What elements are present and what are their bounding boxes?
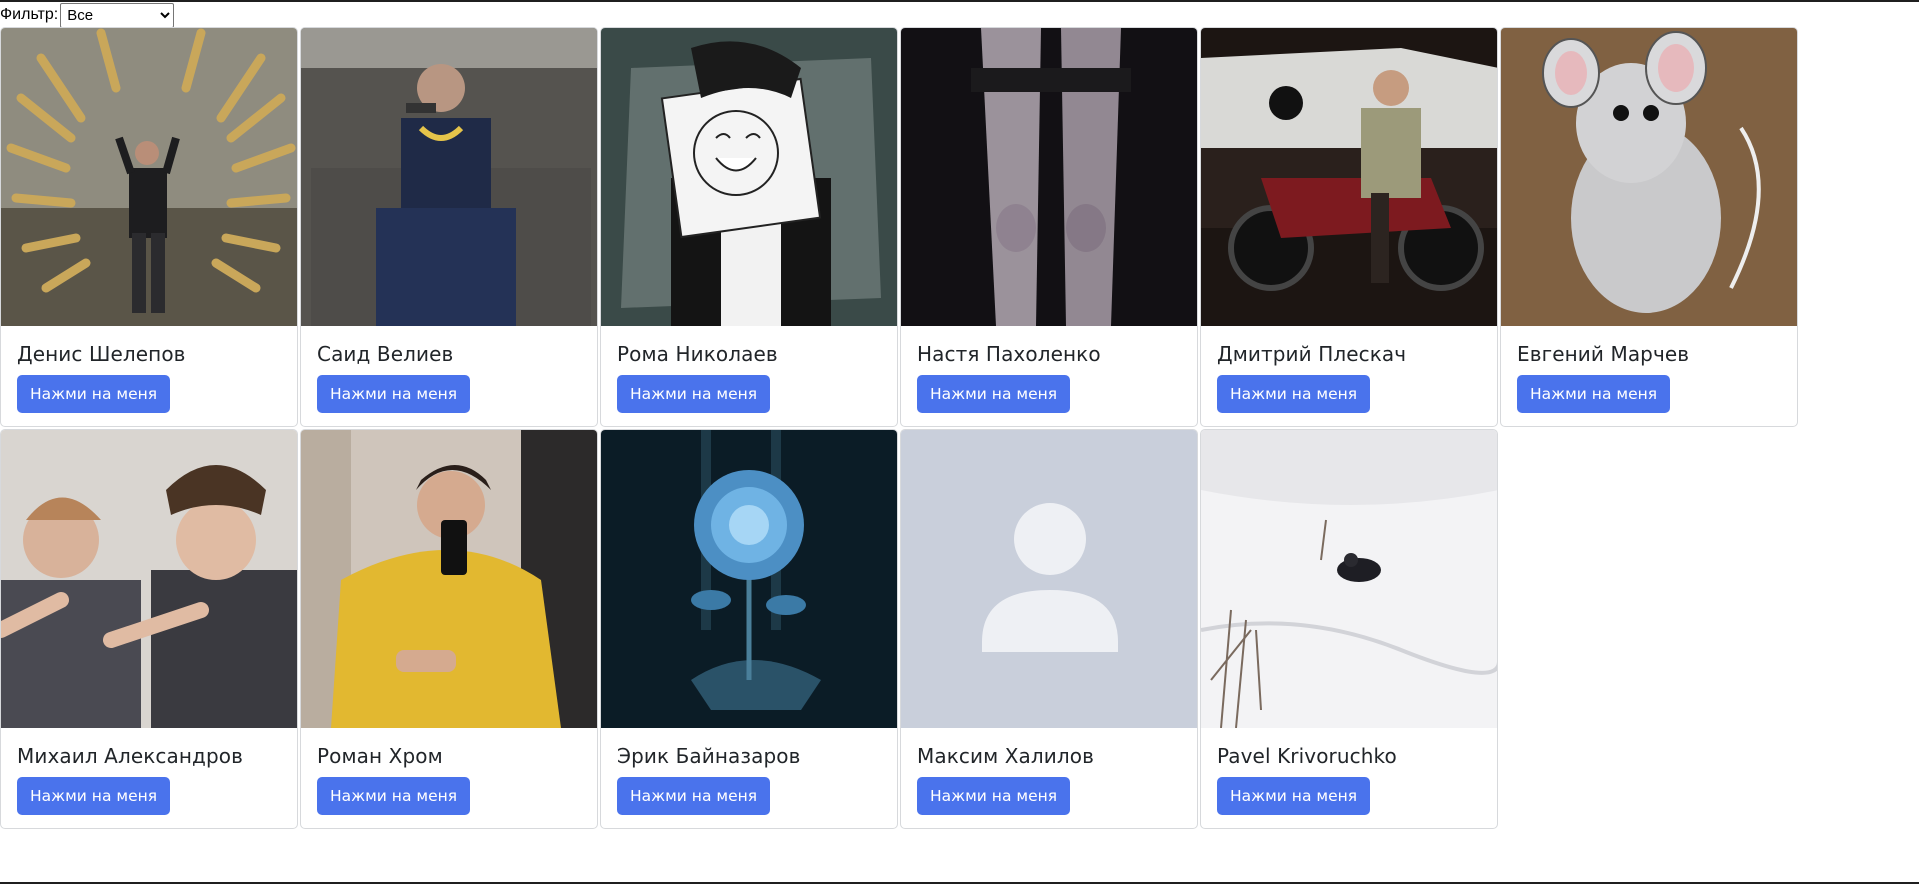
user-name: Настя Пахоленко (917, 342, 1101, 366)
user-photo (901, 28, 1197, 326)
click-me-button[interactable]: Нажми на меня (917, 777, 1071, 815)
click-me-button[interactable]: Нажми на меня (917, 375, 1071, 413)
user-card: Евгений Марчев Нажми на меня (1500, 27, 1798, 427)
user-name: Рома Николаев (617, 342, 778, 366)
user-card: Роман Хром Нажми на меня (300, 429, 598, 829)
user-photo (601, 28, 897, 326)
click-me-button[interactable]: Нажми на меня (17, 375, 171, 413)
user-card: Рома Николаев Нажми на меня (600, 27, 898, 427)
user-name: Pavel Krivoruchko (1217, 744, 1397, 768)
user-name: Денис Шелепов (17, 342, 186, 366)
user-name: Саид Велиев (317, 342, 454, 366)
user-photo (601, 430, 897, 728)
user-card: Дмитрий Плескач Нажми на меня (1200, 27, 1498, 427)
user-photo (1201, 430, 1497, 728)
filter-select[interactable]: Все (60, 2, 175, 28)
click-me-button[interactable]: Нажми на меня (1217, 375, 1371, 413)
user-card: Максим Халилов Нажми на меня (900, 429, 1198, 829)
user-photo (1201, 28, 1497, 326)
user-photo (1501, 28, 1797, 326)
click-me-button[interactable]: Нажми на меня (317, 777, 471, 815)
user-card: Настя Пахоленко Нажми на меня (900, 27, 1198, 427)
user-card: Михаил Александров Нажми на меня (0, 429, 298, 829)
user-name: Максим Халилов (917, 744, 1094, 768)
filter-label: Фильтр: (0, 6, 59, 23)
user-card: Pavel Krivoruchko Нажми на меня (1200, 429, 1498, 829)
user-photo (1, 28, 297, 326)
user-photo (301, 430, 597, 728)
user-card: Саид Велиев Нажми на меня (300, 27, 598, 427)
user-photo (301, 28, 597, 326)
filter-bar: Фильтр: Все (0, 2, 175, 28)
user-name: Евгений Марчев (1517, 342, 1690, 366)
top-border (0, 0, 1919, 2)
click-me-button[interactable]: Нажми на меня (617, 777, 771, 815)
user-photo (1, 430, 297, 728)
user-name: Михаил Александров (17, 744, 244, 768)
default-avatar-placeholder (901, 430, 1197, 728)
click-me-button[interactable]: Нажми на меня (1217, 777, 1371, 815)
click-me-button[interactable]: Нажми на меня (317, 375, 471, 413)
user-card: Денис Шелепов Нажми на меня (0, 27, 298, 427)
click-me-button[interactable]: Нажми на меня (617, 375, 771, 413)
user-name: Роман Хром (317, 744, 443, 768)
click-me-button[interactable]: Нажми на меня (1517, 375, 1671, 413)
user-name: Эрик Байназаров (617, 744, 801, 768)
user-name: Дмитрий Плескач (1217, 342, 1407, 366)
user-card: Эрик Байназаров Нажми на меня (600, 429, 898, 829)
click-me-button[interactable]: Нажми на меня (17, 777, 171, 815)
